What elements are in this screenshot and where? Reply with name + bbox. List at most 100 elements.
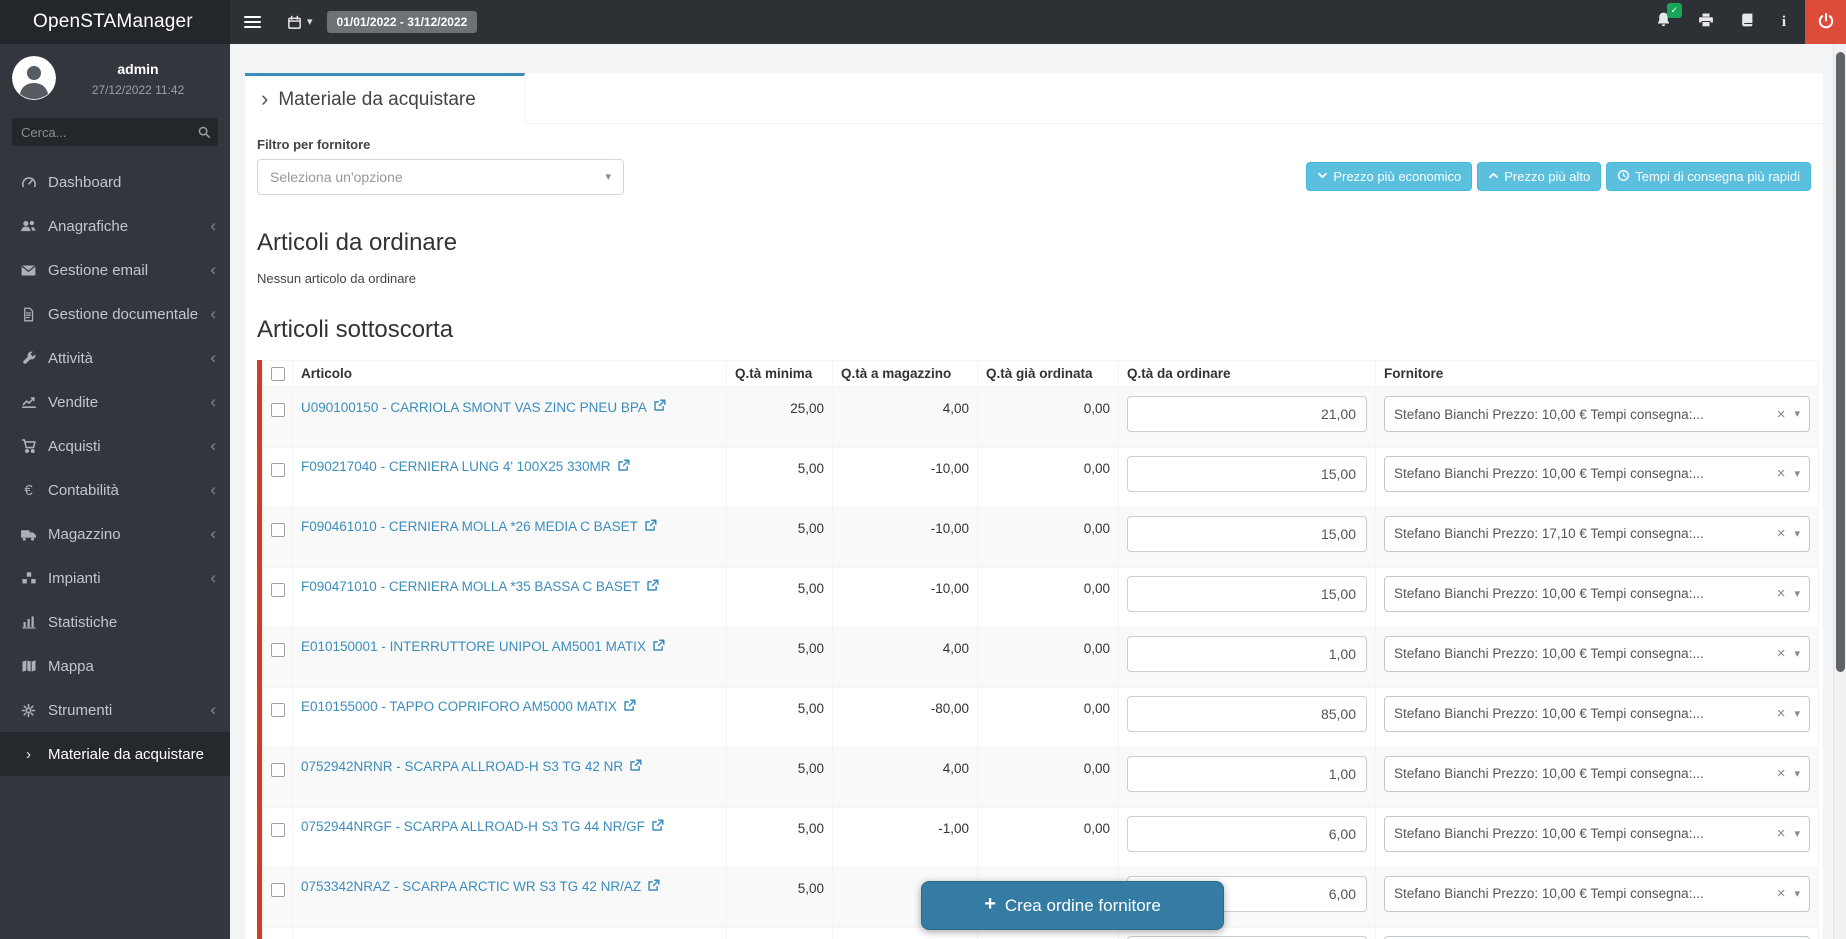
caret-down-icon: ▾ <box>1794 468 1800 480</box>
row-checkbox[interactable] <box>271 403 285 417</box>
check-badge: ✓ <box>1667 3 1682 18</box>
sort-fastest-delivery-button[interactable]: Tempi di consegna più rapidi <box>1606 162 1811 191</box>
notifications-button[interactable]: ✓ <box>1655 11 1672 33</box>
row-checkbox[interactable] <box>271 643 285 657</box>
sidebar-item-impianti[interactable]: Impianti ‹ <box>0 556 230 600</box>
sidebar-item-contabilita[interactable]: € Contabilità ‹ <box>0 468 230 512</box>
qty-stock-cell: -80,00 <box>833 687 978 747</box>
article-link[interactable]: E010155000 - TAPPO COPRIFORO AM5000 MATI… <box>301 696 636 715</box>
row-checkbox[interactable] <box>271 763 285 777</box>
article-link[interactable]: F090461010 - CERNIERA MOLLA *26 MEDIA C … <box>301 516 657 535</box>
caret-down-icon: ▾ <box>605 171 611 183</box>
qty-to-order-input[interactable] <box>1127 816 1367 852</box>
qty-to-order-input[interactable] <box>1127 576 1367 612</box>
supplier-select[interactable]: Stefano Bianchi Prezzo: 10,00 € Tempi co… <box>1384 576 1810 612</box>
qty-to-order-input[interactable] <box>1127 756 1367 792</box>
qty-min-cell: 5,00 <box>727 567 833 627</box>
vertical-scrollbar[interactable] <box>1833 44 1846 939</box>
search-input[interactable] <box>21 125 197 140</box>
supplier-select[interactable]: Stefano Bianchi Prezzo: 10,00 € Tempi co… <box>1384 756 1810 792</box>
article-link[interactable]: 0752944NRGF - SCARPA ALLROAD-H S3 TG 44 … <box>301 816 664 835</box>
sidebar-item-gestione-email[interactable]: Gestione email ‹ <box>0 248 230 292</box>
article-link[interactable]: 0753342NRAZ - SCARPA ARCTIC WR S3 TG 42 … <box>301 876 660 895</box>
sidebar-item-mappa[interactable]: Mappa ‹ <box>0 644 230 688</box>
supplier-select[interactable]: Stefano Bianchi Prezzo: 10,00 € Tempi co… <box>1384 876 1810 912</box>
topbar: ▾ 01/01/2022 - 31/12/2022 ✓ i <box>230 0 1846 44</box>
supplier-filter-label: Filtro per fornitore <box>257 137 624 152</box>
external-link-icon <box>644 519 657 535</box>
sidebar-item-statistiche[interactable]: Statistiche ‹ <box>0 600 230 644</box>
sort-cheapest-price-button[interactable]: Prezzo più economico <box>1306 162 1472 191</box>
qty-ordered-cell: 0,00 <box>978 567 1119 627</box>
info-button[interactable]: i <box>1782 13 1786 31</box>
clear-icon[interactable]: × <box>1777 825 1786 842</box>
date-range-picker[interactable]: ▾ <box>287 15 313 30</box>
qty-to-order-input[interactable] <box>1127 696 1367 732</box>
row-checkbox[interactable] <box>271 523 285 537</box>
row-checkbox[interactable] <box>271 883 285 897</box>
table-row: 0752944NRGF - SCARPA ALLROAD-H S3 TG 44 … <box>263 807 1819 867</box>
row-checkbox[interactable] <box>271 703 285 717</box>
sidebar-search <box>12 118 218 146</box>
sidebar-item-dashboard[interactable]: Dashboard ‹ <box>0 160 230 204</box>
qty-to-order-input[interactable] <box>1127 456 1367 492</box>
qty-stock-cell: 4,00 <box>833 387 978 447</box>
qty-to-order-input[interactable] <box>1127 396 1367 432</box>
supplier-select[interactable]: Stefano Bianchi Prezzo: 10,00 € Tempi co… <box>1384 816 1810 852</box>
print-button[interactable] <box>1698 12 1714 33</box>
tab-materiale-da-acquistare[interactable]: › Materiale da acquistare <box>245 73 525 124</box>
clear-icon[interactable]: × <box>1777 765 1786 782</box>
sort-highest-price-button[interactable]: Prezzo più alto <box>1477 162 1601 191</box>
sidebar-item-anagrafiche[interactable]: Anagrafiche ‹ <box>0 204 230 248</box>
row-checkbox[interactable] <box>271 823 285 837</box>
app-logo[interactable]: OpenSTAManager <box>0 0 230 44</box>
article-link[interactable]: E010150001 - INTERRUTTORE UNIPOL AM5001 … <box>301 636 665 655</box>
sidebar-item-gestione-documentale[interactable]: Gestione documentale ‹ <box>0 292 230 336</box>
sidebar-item-magazzino[interactable]: Magazzino ‹ <box>0 512 230 556</box>
sidebar-item-attivita[interactable]: Attività ‹ <box>0 336 230 380</box>
supplier-select[interactable]: Stefano Bianchi Prezzo: 10,00 € Tempi co… <box>1384 696 1810 732</box>
select-all-checkbox[interactable] <box>271 367 285 381</box>
article-link[interactable]: F090217040 - CERNIERA LUNG 4' 100X25 330… <box>301 456 630 475</box>
info-icon: i <box>1782 13 1786 31</box>
sidebar-item-materiale-da-acquistare[interactable]: › Materiale da acquistare ‹ <box>0 732 230 776</box>
supplier-select[interactable]: Stefano Bianchi Prezzo: 10,00 € Tempi co… <box>1384 456 1810 492</box>
qty-ordered-cell: 0,00 <box>978 387 1119 447</box>
clear-icon[interactable]: × <box>1777 885 1786 902</box>
docs-button[interactable] <box>1740 12 1756 33</box>
clear-icon[interactable]: × <box>1777 705 1786 722</box>
external-link-icon <box>653 399 666 415</box>
article-link[interactable]: U090100150 - CARRIOLA SMONT VAS ZINC PNE… <box>301 396 666 415</box>
sidebar-item-acquisti[interactable]: Acquisti ‹ <box>0 424 230 468</box>
clear-icon[interactable]: × <box>1777 525 1786 542</box>
clear-icon[interactable]: × <box>1777 406 1786 423</box>
printer-icon <box>1698 12 1714 33</box>
empty-message: Nessun articolo da ordinare <box>257 271 1811 286</box>
create-supplier-order-button[interactable]: + Crea ordine fornitore <box>921 881 1224 930</box>
supplier-select[interactable]: Stefano Bianchi Prezzo: 10,00 € Tempi co… <box>1384 396 1810 432</box>
clear-icon[interactable]: × <box>1777 585 1786 602</box>
supplier-select[interactable]: Stefano Bianchi Prezzo: 17,10 € Tempi co… <box>1384 516 1810 552</box>
header-articolo: Articolo <box>293 361 727 388</box>
clear-icon[interactable]: × <box>1777 465 1786 482</box>
header-qta-ordinata: Q.tà già ordinata <box>978 361 1119 388</box>
sidebar-item-vendite[interactable]: Vendite ‹ <box>0 380 230 424</box>
qty-to-order-input[interactable] <box>1127 516 1367 552</box>
article-link[interactable]: 0752942NRNR - SCARPA ALLROAD-H S3 TG 42 … <box>301 756 642 775</box>
supplier-select[interactable]: Stefano Bianchi Prezzo: 10,00 € Tempi co… <box>1384 636 1810 672</box>
search-icon[interactable] <box>197 125 211 139</box>
main-content: › Materiale da acquistare Filtro per for… <box>230 44 1833 939</box>
article-link[interactable]: F090471010 - CERNIERA MOLLA *35 BASSA C … <box>301 576 659 595</box>
date-range-badge[interactable]: 01/01/2022 - 31/12/2022 <box>327 11 478 33</box>
scrollbar-thumb[interactable] <box>1836 52 1845 672</box>
row-checkbox[interactable] <box>271 583 285 597</box>
logout-button[interactable] <box>1805 0 1846 44</box>
sort-buttons: Prezzo più economico Prezzo più alto Tem… <box>1306 162 1811 191</box>
qty-to-order-input[interactable] <box>1127 636 1367 672</box>
supplier-filter-select[interactable]: Seleziona un'opzione ▾ <box>257 159 624 195</box>
clear-icon[interactable]: × <box>1777 645 1786 662</box>
sidebar-item-strumenti[interactable]: Strumenti ‹ <box>0 688 230 732</box>
table-row: F090461010 - CERNIERA MOLLA *26 MEDIA C … <box>263 507 1819 567</box>
hamburger-icon[interactable] <box>244 16 261 28</box>
row-checkbox[interactable] <box>271 463 285 477</box>
